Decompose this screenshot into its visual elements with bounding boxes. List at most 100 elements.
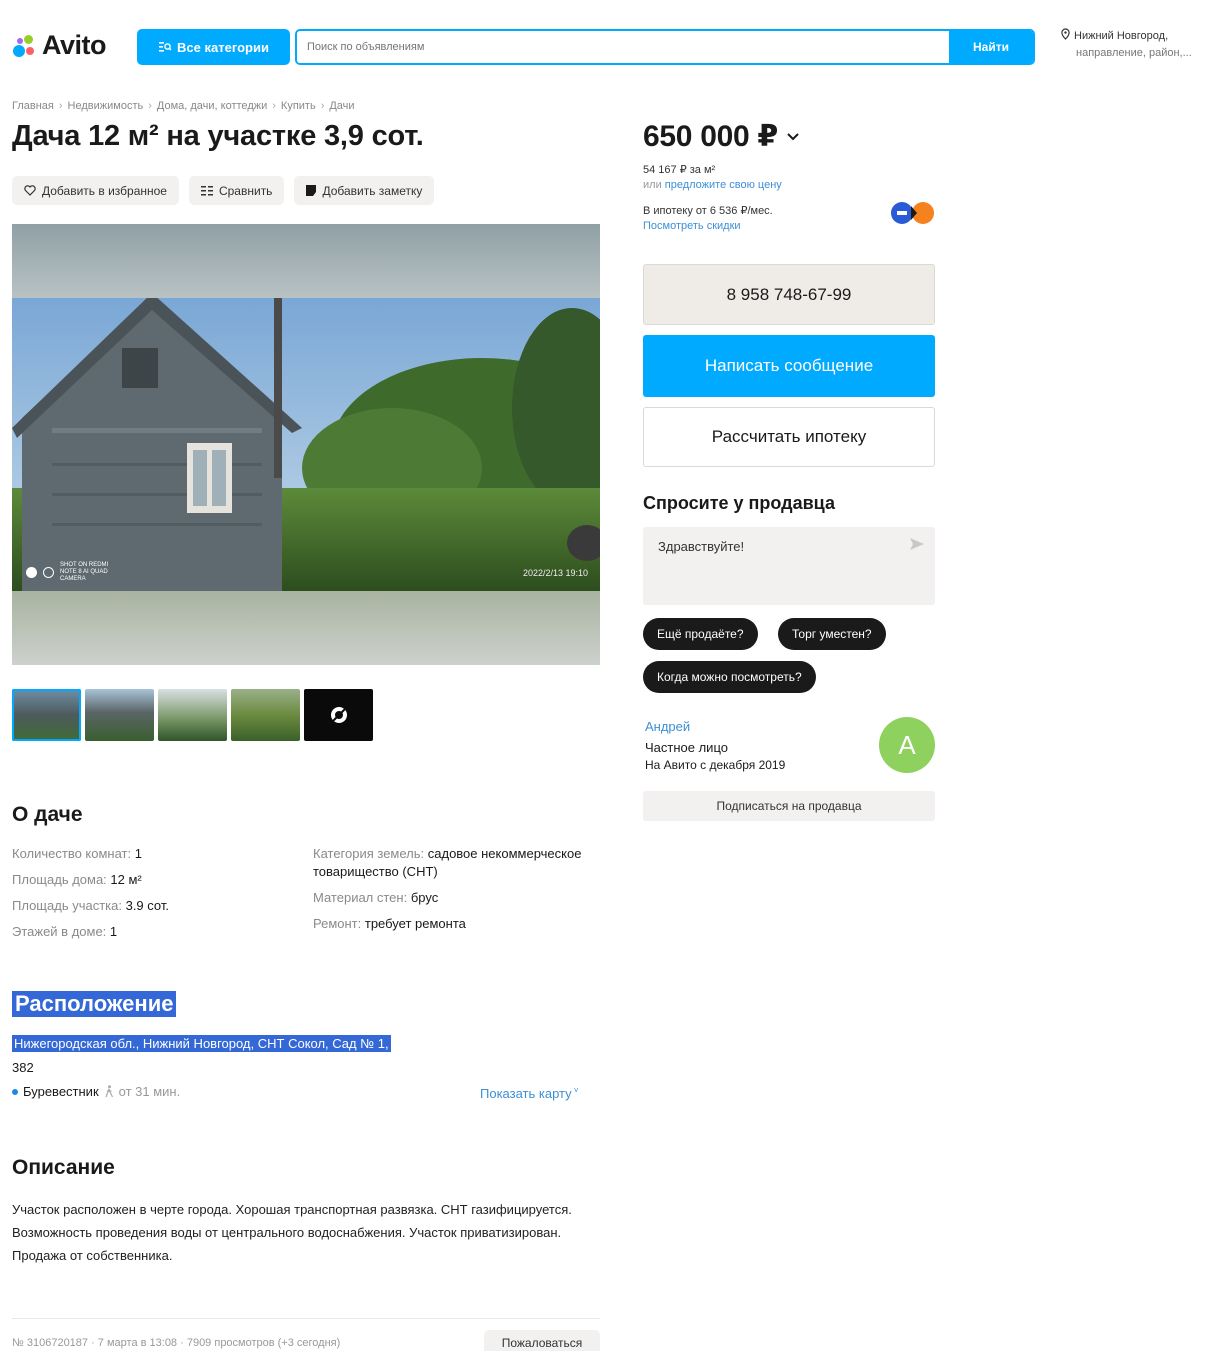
write-message-button[interactable]: Написать сообщение [643, 335, 935, 397]
location-sub: направление, район,... [1076, 47, 1192, 59]
add-note-label: Добавить заметку [322, 183, 423, 198]
breadcrumb-item[interactable]: Главная [12, 100, 54, 112]
main-photo [12, 298, 600, 591]
price-value: 650 000 ₽ [643, 120, 778, 153]
all-categories-button[interactable]: Все категории [137, 29, 290, 65]
seller-since: На Авито с декабря 2019 [645, 758, 786, 772]
metro-line-icon [12, 1088, 18, 1095]
heart-icon [24, 185, 36, 196]
send-icon[interactable] [909, 537, 925, 551]
param-value: 1 [109, 924, 118, 939]
chevron-down-icon [787, 132, 799, 140]
note-icon [306, 185, 317, 196]
photo-blur-bottom [12, 591, 600, 665]
about-params-right: Категория земель: садовое некоммерческое… [313, 845, 603, 941]
photo-blur-top [12, 224, 600, 298]
photo-mark-text: SHOT ON REDMI NOTE 8 AI QUAD CAMERA [60, 562, 109, 582]
discounts-link[interactable]: Посмотреть скидки [643, 220, 741, 232]
param-value: требует ремонта [364, 916, 466, 931]
chevron-down-icon: ˅ [571, 1086, 579, 1095]
thumbnail-3[interactable] [158, 689, 227, 741]
quick-question-chip[interactable]: Ещё продаёте? [643, 618, 758, 650]
seller-type: Частное лицо [645, 740, 728, 755]
param-floors: Этажей в доме: 1 [12, 919, 169, 945]
breadcrumb-separator-icon: › [148, 100, 152, 112]
subscribe-seller-button[interactable]: Подписаться на продавца [643, 791, 935, 821]
listing-actions: Добавить в избранное Сравнить Добавить з… [12, 176, 435, 205]
param-value: 12 м² [110, 872, 142, 887]
calc-mortgage-button[interactable]: Рассчитать ипотеку [643, 407, 935, 467]
seller-name[interactable]: Андрей [645, 719, 690, 734]
param-key: Количество комнат: [12, 846, 135, 861]
thumbnail-2[interactable] [85, 689, 154, 741]
price-per-m2: 54 167 ₽ за м² [643, 164, 716, 176]
photo-camera-mark: SHOT ON REDMI NOTE 8 AI QUAD CAMERA [26, 562, 120, 583]
param-wall-material: Материал стен: брус [313, 889, 603, 907]
param-rooms: Количество комнат: 1 [12, 841, 169, 867]
quick-question-chip[interactable]: Когда можно посмотреть? [643, 661, 816, 693]
thumbnail-panorama[interactable] [304, 689, 373, 741]
ask-seller-box[interactable]: Здравствуйте! [643, 527, 935, 605]
categories-search-icon [159, 42, 172, 52]
all-categories-label: Все категории [177, 39, 269, 55]
ask-seller-input[interactable]: Здравствуйте! [658, 539, 744, 554]
page-title: Дача 12 м² на участке 3,9 сот. [12, 120, 424, 152]
param-key: Материал стен: [313, 890, 411, 905]
about-heading: О даче [12, 803, 83, 826]
location-heading: Расположение [12, 991, 177, 1017]
breadcrumb-separator-icon: › [58, 100, 63, 112]
thumbnail-1[interactable] [12, 689, 81, 741]
breadcrumb-separator-icon: › [320, 100, 325, 112]
offer-prefix: или [643, 179, 665, 191]
location-address: Нижегородская обл., Нижний Новгород, СНТ… [12, 1035, 391, 1052]
panorama-icon [330, 707, 347, 723]
location-selector[interactable]: Нижний Новгород, направление, район,... [1060, 28, 1192, 62]
param-key: Площадь участка: [12, 898, 126, 913]
metro-name: Буревестник [23, 1084, 99, 1099]
quick-question-chip[interactable]: Торг уместен? [778, 618, 886, 650]
ask-seller-heading: Спросите у продавца [643, 493, 835, 513]
complain-button[interactable]: Пожаловаться [484, 1330, 600, 1351]
breadcrumb-item[interactable]: Дачи [329, 100, 354, 112]
listing-meta: № 3106720187 · 7 марта в 13:08 · 7909 пр… [12, 1337, 341, 1349]
search-button[interactable]: Найти [949, 31, 1033, 63]
compare-label: Сравнить [218, 183, 273, 198]
description-heading: Описание [12, 1156, 115, 1179]
thumbnail-4[interactable] [231, 689, 300, 741]
param-key: Площадь дома: [12, 872, 111, 887]
mortgage-text: В ипотеку от 6 536 ₽/мес. [643, 205, 773, 217]
breadcrumb-item[interactable]: Купить [281, 100, 316, 112]
location-city: Нижний Новгород, [1074, 30, 1169, 42]
about-params-left: Количество комнат: 1 Площадь дома: 12 м²… [12, 841, 169, 945]
add-note-button[interactable]: Добавить заметку [294, 176, 435, 205]
show-phone-button[interactable]: 8 958 748-67-99 [643, 264, 935, 325]
divider [12, 1318, 600, 1319]
compare-button[interactable]: Сравнить [188, 176, 285, 205]
show-map-link[interactable]: Показать карту ˅ [480, 1086, 579, 1101]
logo-text: Avito [42, 30, 107, 60]
param-key: Категория земель: [313, 846, 428, 861]
param-repair: Ремонт: требует ремонта [313, 915, 603, 933]
breadcrumb-item[interactable]: Дома, дачи, коттеджи [157, 100, 267, 112]
add-favorite-label: Добавить в избранное [42, 183, 167, 198]
walking-icon [105, 1085, 113, 1098]
photo-gallery[interactable]: SHOT ON REDMI NOTE 8 AI QUAD CAMERA 2022… [12, 224, 600, 665]
show-map-label: Показать карту [480, 1086, 572, 1101]
param-value: брус [410, 890, 439, 905]
logo-dots-icon [12, 33, 38, 59]
location-pin-icon [1061, 28, 1070, 40]
price[interactable]: 650 000 ₽ [643, 119, 800, 154]
metro-station: Буревестник от 31 мин. [12, 1084, 180, 1099]
avito-logo[interactable]: Avito [12, 30, 107, 61]
offer-price: или предложите свою цену [643, 179, 782, 191]
photo-timestamp: 2022/2/13 19:10 [522, 568, 588, 578]
thumbnail-strip [12, 689, 373, 741]
seller-avatar[interactable]: А [879, 717, 935, 773]
search-input[interactable] [297, 31, 949, 63]
breadcrumb-item[interactable]: Недвижимость [68, 100, 144, 112]
bank-logo-icon [891, 202, 934, 224]
mortgage-info: В ипотеку от 6 536 ₽/мес. Посмотреть ски… [643, 204, 773, 234]
search-bar: Найти [295, 29, 1035, 65]
offer-price-link[interactable]: предложите свою цену [665, 179, 782, 191]
add-favorite-button[interactable]: Добавить в избранное [12, 176, 179, 205]
